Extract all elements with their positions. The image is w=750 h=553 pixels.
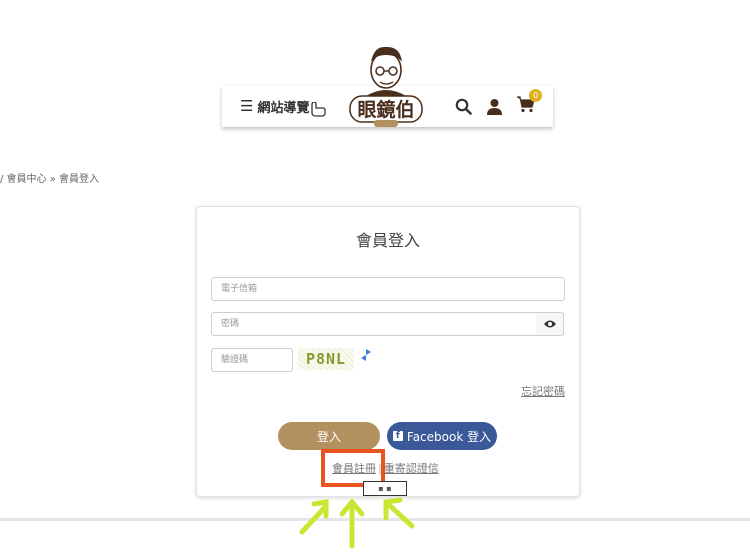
email-field[interactable]: 電子信箱	[211, 277, 565, 301]
brand-logo[interactable]: 眼鏡伯	[342, 40, 430, 128]
site-header: ☰ 網站導覽 眼鏡伯 0	[222, 46, 553, 127]
brand-logo-text: 眼鏡伯	[357, 98, 414, 121]
password-field[interactable]: 密碼	[211, 312, 537, 336]
captcha-field[interactable]: 驗證碼	[211, 348, 293, 372]
cart-count-badge: 0	[529, 89, 542, 102]
breadcrumb: / 會員中心 » 會員登入	[0, 174, 100, 185]
login-card: 會員登入 電子信箱 密碼 驗證碼 P8NL 忘記密碼 登入 f Facebook…	[196, 206, 580, 497]
refresh-captcha-icon[interactable]	[360, 348, 372, 362]
forgot-password-link[interactable]: 忘記密碼	[521, 383, 565, 399]
facebook-icon: f	[392, 431, 403, 441]
resend-verification-link[interactable]: 重寄認證信	[384, 462, 439, 475]
site-nav-toggle[interactable]: ☰ 網站導覽	[240, 97, 310, 117]
show-password-button[interactable]	[536, 312, 564, 336]
facebook-login-label: Facebook 登入	[406, 429, 492, 444]
captcha-image: P8NL	[298, 348, 354, 370]
user-icon[interactable]	[486, 98, 503, 115]
login-button[interactable]: 登入	[278, 422, 380, 450]
menu-icon: ☰	[240, 97, 254, 115]
hand-pointer-icon	[311, 102, 326, 117]
facebook-login-button[interactable]: f Facebook 登入	[387, 422, 497, 450]
eye-icon	[543, 320, 556, 328]
site-nav-label: 網站導覽	[257, 101, 310, 116]
page-title: 會員登入	[355, 231, 420, 250]
search-icon[interactable]	[455, 98, 472, 115]
cart-button[interactable]: 0	[517, 89, 542, 117]
annotation-arrows-icon	[299, 497, 415, 549]
